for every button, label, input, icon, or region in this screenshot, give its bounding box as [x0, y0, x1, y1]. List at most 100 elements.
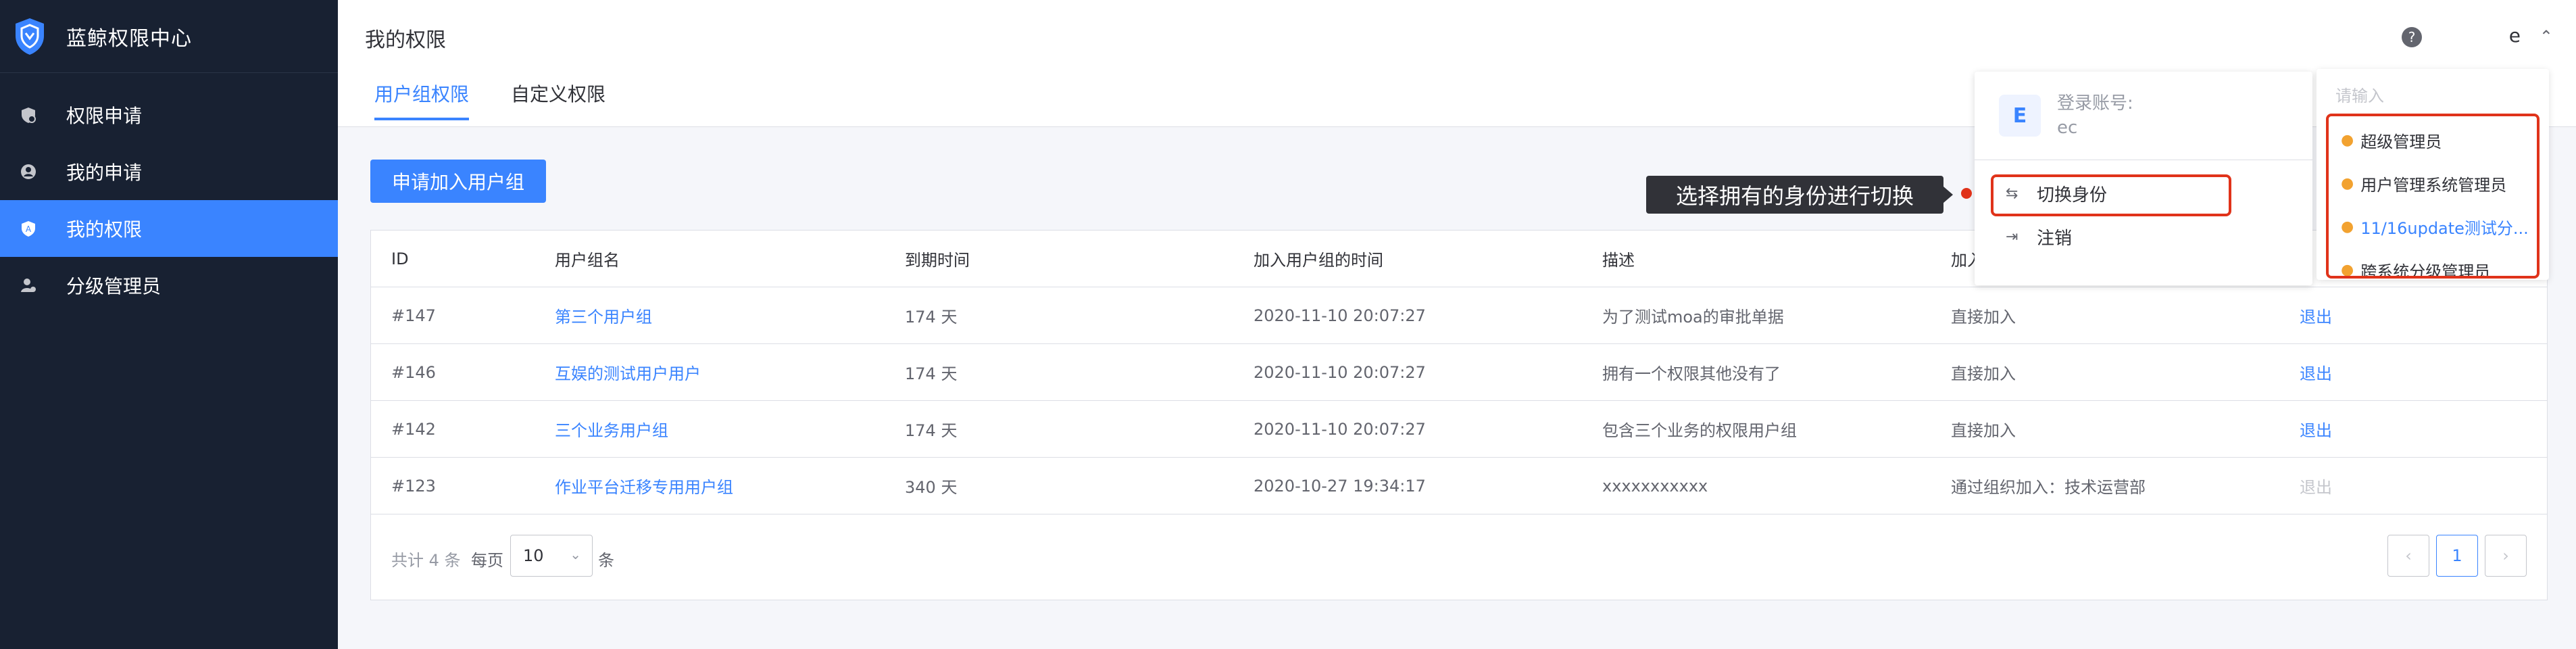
- sidebar-item-apply[interactable]: 权限申请: [0, 87, 338, 143]
- page-title: 我的权限: [365, 28, 446, 52]
- table-row: #123 作业平台迁移专用用户组 340 天 2020-10-27 19:34:…: [371, 458, 2547, 514]
- person-icon: ●: [2341, 262, 2354, 279]
- column-header: ID: [391, 249, 409, 268]
- role-panel: 请输入 ● 超级管理员 ● 用户管理系统管理员 ● 11/16update测试分…: [2317, 69, 2549, 280]
- row-description: 为了测试moa的审批单据: [1602, 308, 1784, 327]
- role-item[interactable]: ● 跨系统分级管理员: [2341, 258, 2491, 279]
- role-label: 用户管理系统管理员: [2360, 176, 2507, 195]
- total-count: 共计 4 条: [391, 551, 461, 570]
- row-expire: 340 天: [905, 478, 958, 497]
- logout-label: 注销: [2037, 229, 2073, 249]
- exit-group-link[interactable]: 退出: [2300, 417, 2332, 441]
- logout-button[interactable]: ⇥ 注销: [2006, 224, 2072, 249]
- sidebar: 蓝鲸权限中心 权限申请 我的申请 A 我的权限 分级管理员: [0, 0, 338, 649]
- row-description: xxxxxxxxxxx: [1602, 476, 1708, 496]
- switch-identity-label: 切换身份: [2037, 185, 2108, 206]
- switch-identity-button[interactable]: ⇆ 切换身份: [2006, 181, 2107, 206]
- tooltip-pointer-dot: [1961, 188, 1972, 199]
- help-icon[interactable]: ?: [2402, 27, 2422, 47]
- my-permission-icon: A: [19, 219, 38, 238]
- user-dropdown: E 登录账号: ec ⇆ 切换身份 ⇥ 注销: [1975, 72, 2312, 285]
- page-number-button[interactable]: 1: [2436, 535, 2478, 577]
- row-expire: 174 天: [905, 421, 958, 440]
- logout-icon: ⇥: [2006, 229, 2018, 245]
- row-join-method: 直接加入: [1951, 421, 2016, 440]
- row-expire: 174 天: [905, 308, 958, 327]
- group-name-link[interactable]: 第三个用户组: [555, 304, 652, 327]
- role-item[interactable]: ● 11/16update测试分...: [2341, 215, 2529, 239]
- apply-join-group-button[interactable]: 申请加入用户组: [370, 160, 546, 203]
- exit-group-link[interactable]: 退出: [2300, 360, 2332, 384]
- role-item[interactable]: ● 用户管理系统管理员: [2341, 172, 2506, 195]
- sidebar-item-label: 权限申请: [66, 105, 143, 127]
- login-account-value: ec: [2057, 118, 2078, 138]
- page-size-select[interactable]: 10 ⌄: [510, 535, 593, 577]
- person-icon: ●: [2341, 218, 2354, 235]
- row-joined-time: 2020-11-10 20:07:27: [1254, 306, 1426, 325]
- sidebar-item-label: 我的申请: [66, 162, 143, 184]
- sidebar-item-my-permission[interactable]: A 我的权限: [0, 200, 338, 257]
- column-header: 加入用户组的时间: [1254, 251, 1383, 270]
- row-description: 拥有一个权限其他没有了: [1602, 364, 1781, 383]
- role-item[interactable]: ● 超级管理员: [2341, 128, 2442, 152]
- row-expire: 174 天: [905, 364, 958, 383]
- sidebar-item-label: 分级管理员: [66, 275, 162, 297]
- per-page-unit: 条: [598, 551, 614, 570]
- row-id: #146: [391, 362, 436, 382]
- next-page-button[interactable]: ›: [2485, 535, 2527, 577]
- exit-group-link[interactable]: 退出: [2300, 304, 2332, 327]
- column-header: 描述: [1602, 251, 1635, 270]
- row-id: #147: [391, 306, 436, 325]
- table-row: #147 第三个用户组 174 天 2020-11-10 20:07:27 为了…: [371, 287, 2547, 344]
- switch-icon: ⇆: [2006, 185, 2018, 202]
- row-joined-time: 2020-11-10 20:07:27: [1254, 362, 1426, 382]
- table-row: #146 互娱的测试用户用户 174 天 2020-11-10 20:07:27…: [371, 344, 2547, 401]
- column-header: 到期时间: [905, 251, 970, 270]
- role-search-input[interactable]: 请输入: [2335, 82, 2384, 106]
- chevron-up-icon[interactable]: ⌃: [2540, 27, 2553, 46]
- sidebar-item-grading-admin[interactable]: 分级管理员: [0, 257, 338, 314]
- row-join-method: 直接加入: [1951, 308, 2016, 327]
- row-description: 包含三个业务的权限用户组: [1602, 421, 1797, 440]
- brand: 蓝鲸权限中心: [0, 0, 338, 73]
- pagination: 共计 4 条 每页 10 ⌄ 条 ‹ 1 ›: [371, 514, 2547, 600]
- column-header: 用户组名: [555, 251, 620, 270]
- chevron-down-icon: ⌄: [570, 546, 581, 562]
- row-joined-time: 2020-11-10 20:07:27: [1254, 419, 1426, 439]
- table-row: #142 三个业务用户组 174 天 2020-11-10 20:07:27 包…: [371, 401, 2547, 458]
- login-account-label: 登录账号:: [2057, 93, 2133, 114]
- row-id: #123: [391, 476, 436, 496]
- user-account[interactable]: e: [2509, 24, 2521, 47]
- group-name-link[interactable]: 互娱的测试用户用户: [555, 360, 701, 384]
- person-icon: ●: [2341, 175, 2354, 192]
- page-size-value: 10: [523, 546, 544, 565]
- group-table: ID 用户组名 到期时间 加入用户组的时间 描述 加入 #147 第三个用户组 …: [370, 230, 2548, 600]
- shield-logo-icon: [12, 16, 47, 57]
- row-joined-time: 2020-10-27 19:34:17: [1254, 476, 1426, 496]
- svg-text:A: A: [26, 224, 32, 234]
- role-label: 跨系统分级管理员: [2360, 262, 2491, 279]
- person-icon: ●: [2341, 132, 2354, 149]
- tab-group-permission[interactable]: 用户组权限: [374, 80, 470, 120]
- role-label: 超级管理员: [2360, 133, 2442, 151]
- sidebar-item-label: 我的权限: [66, 218, 143, 241]
- per-page-label: 每页: [471, 551, 503, 570]
- sidebar-item-my-application[interactable]: 我的申请: [0, 143, 338, 200]
- app-title: 蓝鲸权限中心: [66, 26, 192, 51]
- grading-admin-icon: [19, 276, 38, 295]
- row-join-method: 通过组织加入：技术运营部: [1951, 478, 2146, 497]
- tab-bar: 用户组权限 自定义权限: [374, 80, 647, 120]
- row-join-method: 直接加入: [1951, 364, 2016, 383]
- role-list: ● 超级管理员 ● 用户管理系统管理员 ● 11/16update测试分... …: [2326, 114, 2540, 279]
- switch-tooltip: 选择拥有的身份进行切换: [1646, 176, 1943, 214]
- group-name-link[interactable]: 三个业务用户组: [555, 417, 668, 441]
- tooltip-arrow: [1943, 187, 1953, 203]
- avatar: E: [1999, 95, 2041, 137]
- tab-custom-permission[interactable]: 自定义权限: [511, 80, 605, 120]
- group-name-link[interactable]: 作业平台迁移专用用户组: [555, 474, 733, 498]
- sidebar-nav: 权限申请 我的申请 A 我的权限 分级管理员: [0, 73, 338, 314]
- exit-group-link-disabled: 退出: [2300, 478, 2332, 497]
- role-label: 11/16update测试分...: [2360, 219, 2529, 238]
- apply-permission-icon: [19, 105, 38, 124]
- prev-page-button[interactable]: ‹: [2387, 535, 2429, 577]
